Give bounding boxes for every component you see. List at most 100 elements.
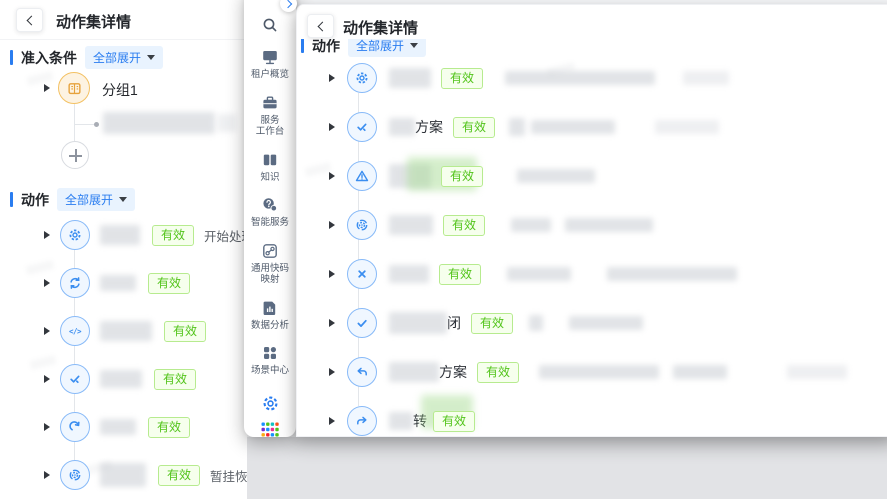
redacted-text (787, 365, 847, 379)
row-caret[interactable] (44, 375, 50, 383)
row-caret[interactable] (44, 231, 50, 239)
row-caret[interactable] (329, 172, 335, 180)
app-screen: 动作集详情 准入条件 全部展开 分组1 (0, 0, 887, 499)
tree-connector (75, 124, 94, 125)
settings-gear-button[interactable] (261, 394, 280, 413)
redacted-text (565, 218, 653, 232)
row-caret[interactable] (329, 74, 335, 82)
nav-item-service-workbench[interactable]: 服务 工作台 (256, 94, 285, 138)
redacted-text (683, 71, 729, 85)
action-row[interactable]: 有效 暂挂恢复到处理中 (0, 458, 247, 492)
expand-all-toggle[interactable]: 全部展开 (57, 188, 135, 211)
action-row[interactable]: 有效 (0, 362, 247, 396)
redacted-text (505, 71, 655, 85)
row-caret[interactable] (329, 221, 335, 229)
expand-all-label: 全部展开 (65, 191, 113, 208)
nav-item-smart-service[interactable]: 智能服务 (251, 196, 289, 229)
redacted-text (389, 215, 433, 235)
right-drawer: 动作集详情 动作 全部展开 有效 (296, 4, 887, 437)
action-row[interactable]: 有效 开始处理单据，状 (0, 218, 247, 252)
section-label: 动作 (21, 190, 49, 210)
status-badge: 有效 (441, 166, 483, 187)
action-row[interactable]: 转 有效 (301, 404, 887, 437)
redo-icon (60, 412, 90, 442)
redacted-condition (218, 114, 236, 132)
row-caret[interactable] (329, 319, 335, 327)
action-row[interactable]: 方案 有效 (301, 110, 887, 144)
search-button[interactable] (261, 16, 279, 34)
row-caret[interactable] (329, 270, 335, 278)
action-note: 开始处理单据，状 (204, 226, 247, 245)
action-row[interactable]: 有效 (301, 61, 887, 95)
nav-item-scene-center[interactable]: 场景中心 (251, 344, 289, 377)
action-row[interactable]: 方案 有效 (301, 355, 887, 389)
section-actions: 动作 全部展开 (10, 188, 135, 211)
chevron-left-icon (26, 15, 36, 25)
action-row[interactable]: 有效 (301, 208, 887, 242)
page-title: 动作集详情 (56, 11, 131, 32)
group-glyph (67, 81, 82, 96)
tree-node-dot (94, 122, 99, 127)
nav-item-knowledge[interactable]: 知识 (260, 151, 279, 184)
share-icon (347, 406, 377, 436)
row-caret[interactable] (44, 471, 50, 479)
warning-icon (347, 161, 377, 191)
redacted-text (100, 463, 146, 487)
action-row[interactable]: 有效 (0, 410, 247, 444)
row-caret[interactable] (329, 417, 335, 425)
nav-item-tenant-overview[interactable]: 租户概览 (251, 48, 289, 81)
caret-down-icon (119, 197, 127, 202)
row-caret[interactable] (329, 123, 335, 131)
left-panel: 动作集详情 准入条件 全部展开 分组1 (0, 0, 247, 499)
redacted-text (509, 118, 525, 136)
action-row[interactable]: 有效 (301, 159, 887, 193)
data-analysis-icon (261, 299, 279, 317)
action-row[interactable]: 闭 有效 (301, 306, 887, 340)
section-bar (301, 38, 304, 53)
action-row[interactable]: </> 有效 (0, 314, 247, 348)
nav-item-code-mapping[interactable]: 通用快码 映射 (251, 242, 289, 286)
row-caret[interactable] (44, 279, 50, 287)
back-button[interactable] (16, 8, 43, 32)
redacted-text (389, 265, 429, 283)
apps-grid-button[interactable] (261, 422, 280, 438)
expand-all-toggle[interactable]: 全部展开 (85, 46, 163, 69)
row-caret[interactable] (44, 423, 50, 431)
group-label[interactable]: 分组1 (102, 80, 138, 100)
code-icon: </> (60, 316, 90, 346)
redacted-text (100, 225, 140, 245)
drawer-title: 动作集详情 (343, 17, 418, 38)
expand-all-label: 全部展开 (93, 49, 141, 66)
name-suffix: 方案 (439, 362, 467, 382)
tree-caret[interactable] (44, 84, 50, 92)
action-row[interactable]: 有效 (301, 257, 887, 291)
gear-sync-icon (60, 460, 90, 490)
search-icon (261, 16, 279, 34)
nav-item-label: 服务 工作台 (256, 115, 285, 138)
add-condition-button[interactable] (61, 141, 89, 169)
redacted-text (569, 316, 643, 330)
redacted-text (389, 118, 415, 136)
status-badge: 有效 (164, 321, 206, 342)
action-row[interactable]: 有效 (0, 266, 247, 300)
redacted-text (389, 68, 431, 88)
row-caret[interactable] (329, 368, 335, 376)
name-suffix: 闭 (447, 313, 461, 333)
gear-icon (60, 220, 90, 250)
redacted-condition (103, 112, 215, 134)
redacted-text (655, 120, 719, 134)
caret-down-icon (147, 55, 155, 60)
section-bar (10, 192, 13, 207)
drawer-back-button[interactable] (307, 14, 334, 38)
book-icon (261, 151, 279, 169)
row-caret[interactable] (44, 327, 50, 335)
nav-item-label: 智能服务 (251, 217, 289, 229)
page-backdrop (240, 437, 887, 499)
status-badge: 有效 (443, 215, 485, 236)
redacted-text (100, 275, 136, 291)
redacted-text (389, 312, 447, 334)
group-icon[interactable] (58, 72, 90, 104)
nav-item-data-analysis[interactable]: 数据分析 (251, 299, 289, 332)
caret-down-icon (410, 43, 418, 48)
status-badge: 有效 (433, 411, 475, 432)
